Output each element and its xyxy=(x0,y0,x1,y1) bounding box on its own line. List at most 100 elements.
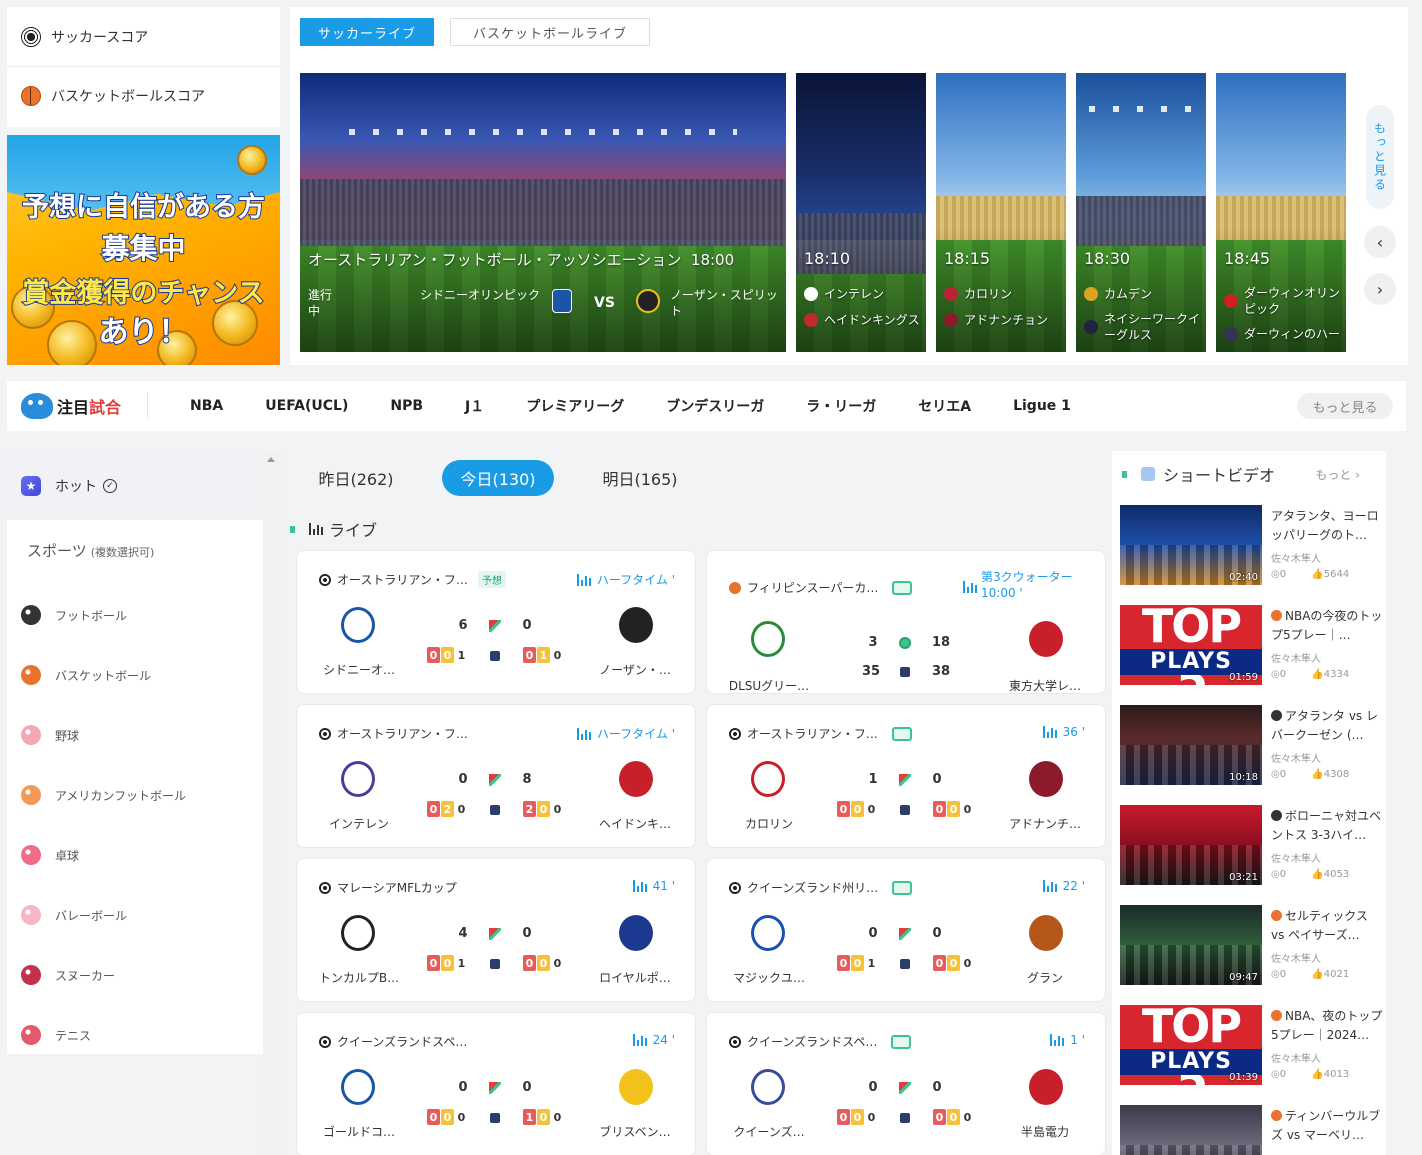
menu-basketball-score[interactable]: バスケットボールスコア xyxy=(7,66,280,125)
video-item[interactable]: 02:40 アタランタ、ヨーロッパリーグのト… 佐々木隼人 ◎0 👍5644 xyxy=(1120,505,1386,587)
sport-item[interactable]: スヌーカー xyxy=(7,945,263,1005)
card-count: 0 xyxy=(851,801,864,817)
video-more-link[interactable]: もっと › xyxy=(1315,466,1360,483)
video-title[interactable]: NBAの今夜のトップ5プレー｜… xyxy=(1271,607,1383,647)
league-label: オーストラリアン・フ… xyxy=(337,573,468,587)
match-card[interactable]: オーストラリアン・フ… 36 ' カロリン アドナンチ… 1 0 0 0 0 0 0 0 xyxy=(706,704,1106,848)
live-bars-icon xyxy=(576,727,591,740)
tv-icon[interactable] xyxy=(892,880,913,895)
upcoming-1-home: インテレン xyxy=(824,287,885,301)
card-count: 0 xyxy=(537,1109,550,1125)
video-title[interactable]: ティンバーウルブズ vs マーベリ… xyxy=(1271,1107,1383,1147)
tv-icon[interactable] xyxy=(891,726,912,741)
sidebar-scrollbar[interactable] xyxy=(263,451,281,1155)
home-score: 1 xyxy=(868,772,878,787)
match-card[interactable]: フィリピンスーパーカ… 第3クウォーター 10:00 ' DLSUグリー… 東方大学レ… xyxy=(706,550,1106,694)
corner-flag-icon xyxy=(489,774,501,786)
menu-soccer-score[interactable]: サッカースコア xyxy=(7,7,280,66)
match-card[interactable]: クイーンズランドスペ… 24 ' ゴールドコ… ブリスベン… 0 0 0 0 0 1 0 0 xyxy=(296,1012,696,1155)
video-author: 佐々木隼人 xyxy=(1271,954,1321,965)
featured-match-card[interactable]: オーストラリアン・フットボール・アッソシエーション 18:00 進行中 シドニー… xyxy=(300,73,786,352)
video-title-text: アタランタ vs レバークーゼン (… xyxy=(1271,709,1378,742)
upcoming-3-time: 18:30 xyxy=(1084,249,1131,268)
match-card[interactable]: マレーシアMFLカップ 41 ' トンカルプB… ロイヤルポ… 4 0 0 0 1 0 0 0 xyxy=(296,858,696,1002)
match-card[interactable]: クイーンズランド州リ… 22 ' マジックユ… グラン 0 0 0 0 1 0 0 0 xyxy=(706,858,1106,1002)
league-ligue1[interactable]: Ligue 1 xyxy=(1013,398,1071,414)
sport-item[interactable]: バスケットボール xyxy=(7,645,263,705)
match-card[interactable]: オーストラリアン・フ… 予想 ハーフタイム ' シドニーオ… ノーザン・… 6 0 0 0 1 0 1… xyxy=(296,550,696,694)
tab-tomorrow[interactable]: 明日(165) xyxy=(584,460,696,496)
hot-filter[interactable]: ★ ホット ✓ xyxy=(7,451,263,520)
status-label: 22 ' xyxy=(1062,879,1085,893)
league-ucl[interactable]: UEFA(UCL) xyxy=(265,398,348,414)
league-nba[interactable]: NBA xyxy=(190,398,223,414)
video-title[interactable]: ボローニャ対ユベントス 3-3ハイ… xyxy=(1271,807,1383,847)
league-premier[interactable]: プレミアリーグ xyxy=(526,396,624,416)
video-thumbnail[interactable]: TOP 5PLAYS01:59 xyxy=(1120,605,1262,685)
sport-item[interactable]: バレーボール xyxy=(7,885,263,945)
home-card-counts: 001 xyxy=(837,955,878,971)
video-thumbnail[interactable]: TOP 5PLAYS01:39 xyxy=(1120,1005,1262,1085)
match-card[interactable]: オーストラリアン・フ… ハーフタイム ' インテレン ヘイドンキ… 0 8 0 2 0 2 0 0 xyxy=(296,704,696,848)
upcoming-match-3[interactable]: 18:30 カムデン ネイシーワークイーグルス xyxy=(1076,73,1206,352)
chevron-right-icon[interactable]: › xyxy=(1364,273,1396,305)
match-league: フィリピンスーパーカ… xyxy=(729,579,913,596)
league-j1[interactable]: J１ xyxy=(465,396,484,416)
match-card[interactable]: クイーンズランドスペ… 1 ' クイーンズ… 半島電力 0 0 0 0 0 0 0 0 xyxy=(706,1012,1106,1155)
live-bars-icon xyxy=(576,573,591,586)
video-title[interactable]: アタランタ、ヨーロッパリーグのト… xyxy=(1271,507,1383,547)
chevron-left-icon[interactable]: ‹ xyxy=(1364,226,1396,258)
tab-soccer-live[interactable]: サッカーライブ xyxy=(300,18,434,46)
soccer-ball-icon xyxy=(729,727,741,740)
video-thumbnail[interactable]: 03:21 xyxy=(1120,805,1262,885)
league-npb[interactable]: NPB xyxy=(390,398,423,414)
league-label: クイーンズランドスペ… xyxy=(337,1035,468,1049)
video-item[interactable]: 10:18 アタランタ vs レバークーゼン (… 佐々木隼人 ◎0 👍4308 xyxy=(1120,705,1386,787)
away-score: 18 xyxy=(931,635,951,650)
home-score: 3 xyxy=(868,635,878,650)
promo-banner[interactable]: 予想に自信がある方 募集中 賞金獲得のチャンス あり！ xyxy=(7,135,280,365)
sport-item[interactable]: 卓球 xyxy=(7,825,263,885)
league-bundesliga[interactable]: ブンデスリーガ xyxy=(666,396,764,416)
video-title[interactable]: セルティックス vs ペイサーズ… xyxy=(1271,907,1383,947)
live-bars-icon xyxy=(963,581,977,593)
brand-logo[interactable]: 注目 試合 xyxy=(21,393,149,419)
sport-item[interactable]: 野球 xyxy=(7,705,263,765)
league-more-button[interactable]: もっと見る xyxy=(1297,393,1393,419)
upcoming-4-away: ダーウィンのハー xyxy=(1244,327,1341,341)
sport-item[interactable]: フットボール xyxy=(7,585,263,645)
home-card-counts: 000 xyxy=(837,1109,878,1125)
tab-today[interactable]: 今日(130) xyxy=(442,460,554,496)
video-thumbnail[interactable]: 02:40 xyxy=(1120,505,1262,585)
video-thumbnail[interactable] xyxy=(1120,1105,1262,1155)
tab-yesterday[interactable]: 昨日(262) xyxy=(300,460,412,496)
like-count: 4308 xyxy=(1323,769,1350,780)
sport-item[interactable]: アメリカンフットボール xyxy=(7,765,263,825)
scroll-up-icon[interactable] xyxy=(267,457,275,462)
video-title[interactable]: NBA、夜のトップ5プレー｜2024… xyxy=(1271,1007,1383,1047)
league-laliga[interactable]: ラ・リーガ xyxy=(806,396,876,416)
sport-item[interactable]: テニス xyxy=(7,1005,263,1065)
video-thumbnail[interactable]: 09:47 xyxy=(1120,905,1262,985)
tv-icon[interactable] xyxy=(891,1034,912,1049)
league-seriea[interactable]: セリエA xyxy=(918,396,971,416)
video-item[interactable]: TOP 5PLAYS01:39 NBA、夜のトップ5プレー｜2024… 佐々木隼人 ◎… xyxy=(1120,1005,1386,1087)
tab-basketball-live[interactable]: バスケットボールライブ xyxy=(450,18,650,46)
away-team-name: 東方大学レ… xyxy=(1008,679,1081,693)
upcoming-match-2[interactable]: 18:15 カロリン アドナンチョン xyxy=(936,73,1066,352)
video-item[interactable]: 09:47 セルティックス vs ペイサーズ… 佐々木隼人 ◎0 👍4021 xyxy=(1120,905,1386,987)
video-title[interactable]: アタランタ vs レバークーゼン (… xyxy=(1271,707,1383,747)
video-item[interactable]: ティンバーウルブズ vs マーベリ… xyxy=(1120,1105,1386,1155)
video-item[interactable]: TOP 5PLAYS01:59 NBAの今夜のトップ5プレー｜… 佐々木隼人 ◎0 👍… xyxy=(1120,605,1386,687)
tv-icon[interactable] xyxy=(892,580,913,595)
video-thumbnail[interactable]: 10:18 xyxy=(1120,705,1262,785)
prediction-badge[interactable]: 予想 xyxy=(477,571,506,588)
live-more-button[interactable]: もっと見る xyxy=(1366,105,1394,209)
away-score-total: 38 xyxy=(931,664,951,679)
menu-soccer-label: サッカースコア xyxy=(51,29,149,46)
corner-flag-icon xyxy=(899,774,911,786)
upcoming-match-1[interactable]: 18:10 インテレン ヘイドンキングス xyxy=(796,73,926,352)
upcoming-match-4[interactable]: 18:45 ダーウィンオリンピック ダーウィンのハー xyxy=(1216,73,1346,352)
video-item[interactable]: 03:21 ボローニャ対ユベントス 3-3ハイ… 佐々木隼人 ◎0 👍4053 xyxy=(1120,805,1386,887)
card-count: 0 xyxy=(933,801,946,817)
